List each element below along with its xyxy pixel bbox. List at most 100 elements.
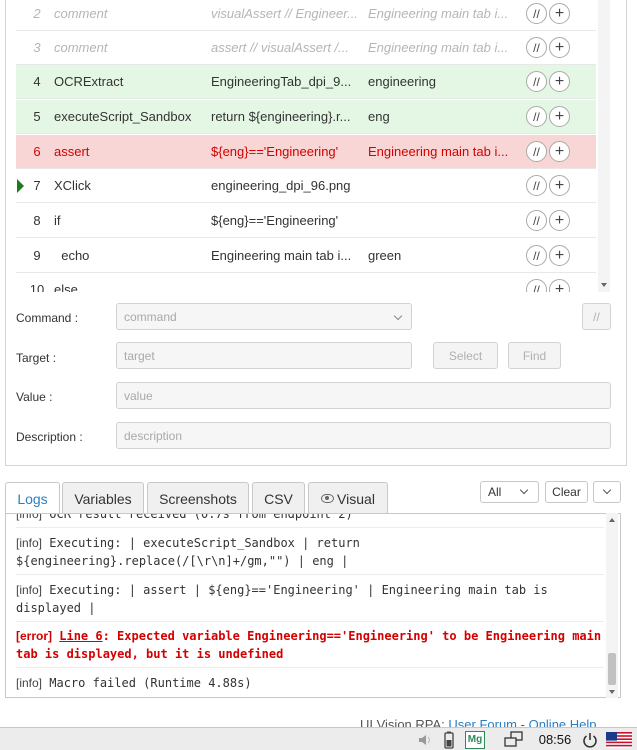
- log-entry: [info] Executing: | executeScript_Sandbo…: [16, 534, 604, 575]
- add-row-button[interactable]: +: [549, 71, 570, 92]
- comment-toggle-button[interactable]: //: [526, 106, 547, 127]
- row-number: 6: [33, 144, 41, 159]
- table-row[interactable]: 4 OCRExtract EngineeringTab_dpi_9... eng…: [16, 65, 596, 99]
- row-command: XClick: [54, 178, 91, 193]
- comment-toggle-button[interactable]: //: [526, 141, 547, 162]
- tab-csv[interactable]: CSV: [252, 482, 305, 514]
- command-table: 2 comment visualAssert // Engineer... En…: [16, 0, 596, 292]
- comment-toggle-button[interactable]: //: [526, 279, 547, 292]
- description-placeholder: description: [124, 428, 183, 443]
- log-entry: [info] OCR result received (0.7s from en…: [16, 514, 604, 528]
- comment-button[interactable]: //: [582, 303, 611, 330]
- row-value: Engineering main tab i...: [368, 144, 509, 159]
- command-table-scrollbar[interactable]: [598, 0, 610, 292]
- macro-editor-panel: 2 comment visualAssert // Engineer... En…: [5, 0, 627, 466]
- table-row[interactable]: 10 else //+: [16, 273, 596, 292]
- row-target: Engineering main tab i...: [211, 248, 352, 263]
- row-number: 10: [29, 282, 45, 292]
- power-icon[interactable]: [580, 730, 600, 749]
- row-value: green: [368, 248, 402, 263]
- current-line-icon: [17, 179, 24, 193]
- tab-logs[interactable]: Logs: [5, 482, 60, 515]
- command-select[interactable]: command: [116, 303, 412, 330]
- volume-icon[interactable]: [415, 730, 437, 749]
- row-target: visualAssert // Engineer...: [211, 6, 358, 21]
- add-row-button[interactable]: +: [549, 141, 570, 162]
- comment-toggle-button[interactable]: //: [526, 175, 547, 196]
- row-target: ${eng}=='Engineering': [211, 213, 339, 228]
- tab-variables[interactable]: Variables: [62, 482, 144, 514]
- add-row-button[interactable]: +: [549, 245, 570, 266]
- log-filter-select[interactable]: All: [480, 481, 539, 503]
- chevron-down-icon: [602, 485, 612, 495]
- row-number: 2: [33, 6, 41, 21]
- description-label: Description :: [16, 430, 83, 444]
- tab-screenshots[interactable]: Screenshots: [147, 482, 249, 514]
- scroll-down-icon[interactable]: [609, 690, 615, 694]
- log-entry: [info] Macro failed (Runtime 4.88s): [16, 676, 252, 690]
- app-icon[interactable]: Mg: [463, 730, 487, 749]
- row-value: Engineering main tab i...: [368, 40, 509, 55]
- comment-toggle-button[interactable]: //: [526, 210, 547, 231]
- row-number: 8: [33, 213, 41, 228]
- row-target: ${eng}=='Engineering': [211, 144, 339, 159]
- tab-visual[interactable]: Visual: [308, 482, 388, 514]
- row-value: Engineering main tab i...: [368, 6, 509, 21]
- row-number: 5: [33, 109, 41, 124]
- add-row-button[interactable]: +: [549, 106, 570, 127]
- log-options-button[interactable]: [593, 481, 621, 503]
- table-row[interactable]: 2 comment visualAssert // Engineer... En…: [16, 0, 596, 31]
- log-entry-error: [error] Line 6: Expected variable Engine…: [16, 627, 604, 668]
- row-command: assert: [54, 144, 90, 159]
- value-label: Value :: [16, 390, 53, 404]
- add-row-button[interactable]: +: [549, 37, 570, 58]
- add-row-button[interactable]: +: [549, 279, 570, 292]
- row-command: OCRExtract: [54, 74, 124, 89]
- scroll-up-icon[interactable]: [609, 518, 615, 522]
- log-scrollbar[interactable]: [606, 513, 618, 698]
- row-number: 7: [33, 178, 41, 193]
- row-command: comment: [54, 6, 108, 21]
- table-row[interactable]: 3 comment assert // visualAssert /... En…: [16, 31, 596, 65]
- target-input[interactable]: target: [116, 342, 412, 369]
- comment-toggle-button[interactable]: //: [526, 37, 547, 58]
- scrollbar-thumb[interactable]: [608, 653, 616, 685]
- select-button[interactable]: Select: [433, 342, 498, 369]
- network-icon[interactable]: [502, 730, 526, 749]
- row-command: else: [54, 282, 78, 292]
- row-command: if: [54, 213, 61, 228]
- clock[interactable]: 08:56: [534, 730, 576, 749]
- clear-logs-button[interactable]: Clear: [545, 481, 588, 503]
- add-row-button[interactable]: +: [549, 175, 570, 196]
- table-row[interactable]: 9 echo Engineering main tab i... green /…: [16, 239, 596, 273]
- add-row-button[interactable]: +: [549, 3, 570, 24]
- table-row[interactable]: 8 if ${eng}=='Engineering' //+: [16, 204, 596, 238]
- scroll-down-icon[interactable]: [601, 283, 607, 287]
- battery-icon[interactable]: [440, 730, 458, 749]
- command-label: Command :: [16, 311, 79, 325]
- table-row[interactable]: 6 assert ${eng}=='Engineering' Engineeri…: [16, 135, 596, 169]
- table-row[interactable]: 7 XClick engineering_dpi_96.png //+: [16, 169, 596, 203]
- row-target: assert // visualAssert /...: [211, 40, 349, 55]
- row-value: eng: [368, 109, 390, 124]
- target-label: Target :: [16, 351, 57, 365]
- comment-toggle-button[interactable]: //: [526, 245, 547, 266]
- add-row-button[interactable]: +: [549, 210, 570, 231]
- comment-toggle-button[interactable]: //: [526, 71, 547, 92]
- row-number: 9: [33, 248, 41, 263]
- app-badge: Mg: [465, 730, 485, 749]
- chevron-down-icon: [393, 311, 403, 321]
- value-input[interactable]: value: [116, 382, 611, 409]
- flag-icon[interactable]: [605, 730, 633, 749]
- log-entry: [info] Executing: | assert | ${eng}=='En…: [16, 581, 604, 622]
- comment-toggle-button[interactable]: //: [526, 3, 547, 24]
- row-target: engineering_dpi_96.png: [211, 178, 351, 193]
- chevron-down-icon: [519, 485, 529, 495]
- row-command: comment: [54, 40, 108, 55]
- find-button[interactable]: Find: [508, 342, 561, 369]
- row-value: engineering: [368, 74, 436, 89]
- row-target: return ${engineering}.r...: [211, 109, 351, 124]
- table-row[interactable]: 5 executeScript_Sandbox return ${enginee…: [16, 100, 596, 134]
- error-line-link[interactable]: Line 6: [59, 629, 102, 643]
- description-input[interactable]: description: [116, 422, 611, 449]
